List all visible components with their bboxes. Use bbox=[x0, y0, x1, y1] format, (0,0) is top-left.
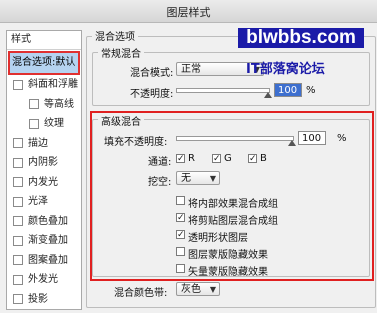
blend-if-value: 灰色 bbox=[181, 284, 201, 295]
sidebar-item-checkbox[interactable] bbox=[29, 99, 39, 110]
sidebar-item-checkbox[interactable] bbox=[13, 138, 23, 149]
sidebar-item-label: 投影 bbox=[28, 293, 48, 305]
sidebar-item-label: 颜色叠加 bbox=[28, 215, 68, 227]
sidebar-item[interactable]: 投影 bbox=[7, 290, 81, 310]
title-bar: 图层样式 bbox=[0, 0, 377, 23]
sidebar-item-checkbox[interactable] bbox=[13, 196, 23, 207]
sidebar-item-label: 光泽 bbox=[28, 196, 48, 207]
sidebar-item-label: 渐变叠加 bbox=[28, 235, 68, 246]
sidebar-item[interactable]: 描边 bbox=[7, 134, 81, 154]
sidebar-item-checkbox[interactable] bbox=[13, 177, 23, 188]
sidebar-item[interactable]: 等高线 bbox=[7, 95, 81, 115]
sidebar-item[interactable]: 内阴影 bbox=[7, 153, 81, 173]
sidebar-item[interactable]: 内发光 bbox=[7, 173, 81, 193]
styles-header[interactable]: 样式 bbox=[7, 31, 81, 50]
highlight-box bbox=[90, 111, 374, 281]
opacity-input[interactable]: 100 bbox=[274, 83, 302, 97]
sidebar-item-checkbox[interactable] bbox=[13, 235, 23, 246]
blend-options-panel: 混合选项 常规混合 混合模式: 正常 ▼ 不透明度: 100 % 高级混合 填充… bbox=[86, 22, 377, 313]
sidebar-item-label: 内发光 bbox=[28, 176, 58, 188]
sidebar-item-label: 斜面和浮雕 bbox=[28, 79, 78, 90]
blend-mode-label: 混合模式: bbox=[130, 68, 174, 79]
sidebar-item-checkbox[interactable] bbox=[13, 255, 23, 266]
general-blending-title: 常规混合 bbox=[98, 45, 144, 60]
sidebar-item-blend-options[interactable]: 混合选项:默认 bbox=[8, 51, 80, 75]
sidebar-item-checkbox[interactable] bbox=[13, 294, 23, 305]
opacity-slider[interactable] bbox=[176, 88, 270, 93]
window-title: 图层样式 bbox=[166, 6, 211, 19]
sidebar-item-label: 描边 bbox=[28, 137, 48, 149]
sidebar-item-label: 外发光 bbox=[28, 274, 58, 285]
blend-options-title: 混合选项 bbox=[92, 28, 138, 43]
blend-if-select[interactable]: 灰色 ▼ bbox=[176, 282, 220, 296]
sidebar-item-checkbox[interactable] bbox=[13, 157, 23, 168]
blend-mode-value: 正常 bbox=[181, 64, 201, 75]
watermark-caption: IT部落窝论坛 bbox=[246, 62, 325, 77]
sidebar-item-label: 等高线 bbox=[44, 98, 74, 110]
blend-if-label: 混合颜色带: bbox=[114, 288, 168, 299]
sidebar-item[interactable]: 渐变叠加 bbox=[7, 231, 81, 251]
sidebar-item[interactable]: 光泽 bbox=[7, 192, 81, 212]
styles-sidebar: 样式 混合选项:默认 斜面和浮雕等高线纹理描边内阴影内发光光泽颜色叠加渐变叠加图… bbox=[6, 30, 82, 310]
opacity-slider-thumb[interactable] bbox=[264, 92, 272, 98]
dropdown-arrow-icon: ▼ bbox=[209, 285, 216, 294]
sidebar-item[interactable]: 外发光 bbox=[7, 270, 81, 290]
watermark-logo-text: blwbbs.com bbox=[246, 27, 356, 48]
sidebar-item-label: 图案叠加 bbox=[28, 254, 68, 266]
sidebar-item[interactable]: 斜面和浮雕 bbox=[7, 75, 81, 95]
sidebar-item-checkbox[interactable] bbox=[13, 79, 23, 90]
opacity-label: 不透明度: bbox=[130, 89, 174, 100]
sidebar-item-checkbox[interactable] bbox=[13, 274, 23, 285]
sidebar-item[interactable]: 纹理 bbox=[7, 114, 81, 134]
sidebar-item[interactable]: 颜色叠加 bbox=[7, 212, 81, 232]
sidebar-item-label: 内阴影 bbox=[28, 157, 58, 168]
sidebar-item[interactable]: 图案叠加 bbox=[7, 251, 81, 271]
sidebar-item-label: 纹理 bbox=[44, 118, 64, 129]
sidebar-item-checkbox[interactable] bbox=[29, 118, 39, 129]
sidebar-item-checkbox[interactable] bbox=[13, 216, 23, 227]
watermark-logo: blwbbs.com bbox=[238, 27, 364, 48]
opacity-unit: % bbox=[306, 85, 316, 96]
